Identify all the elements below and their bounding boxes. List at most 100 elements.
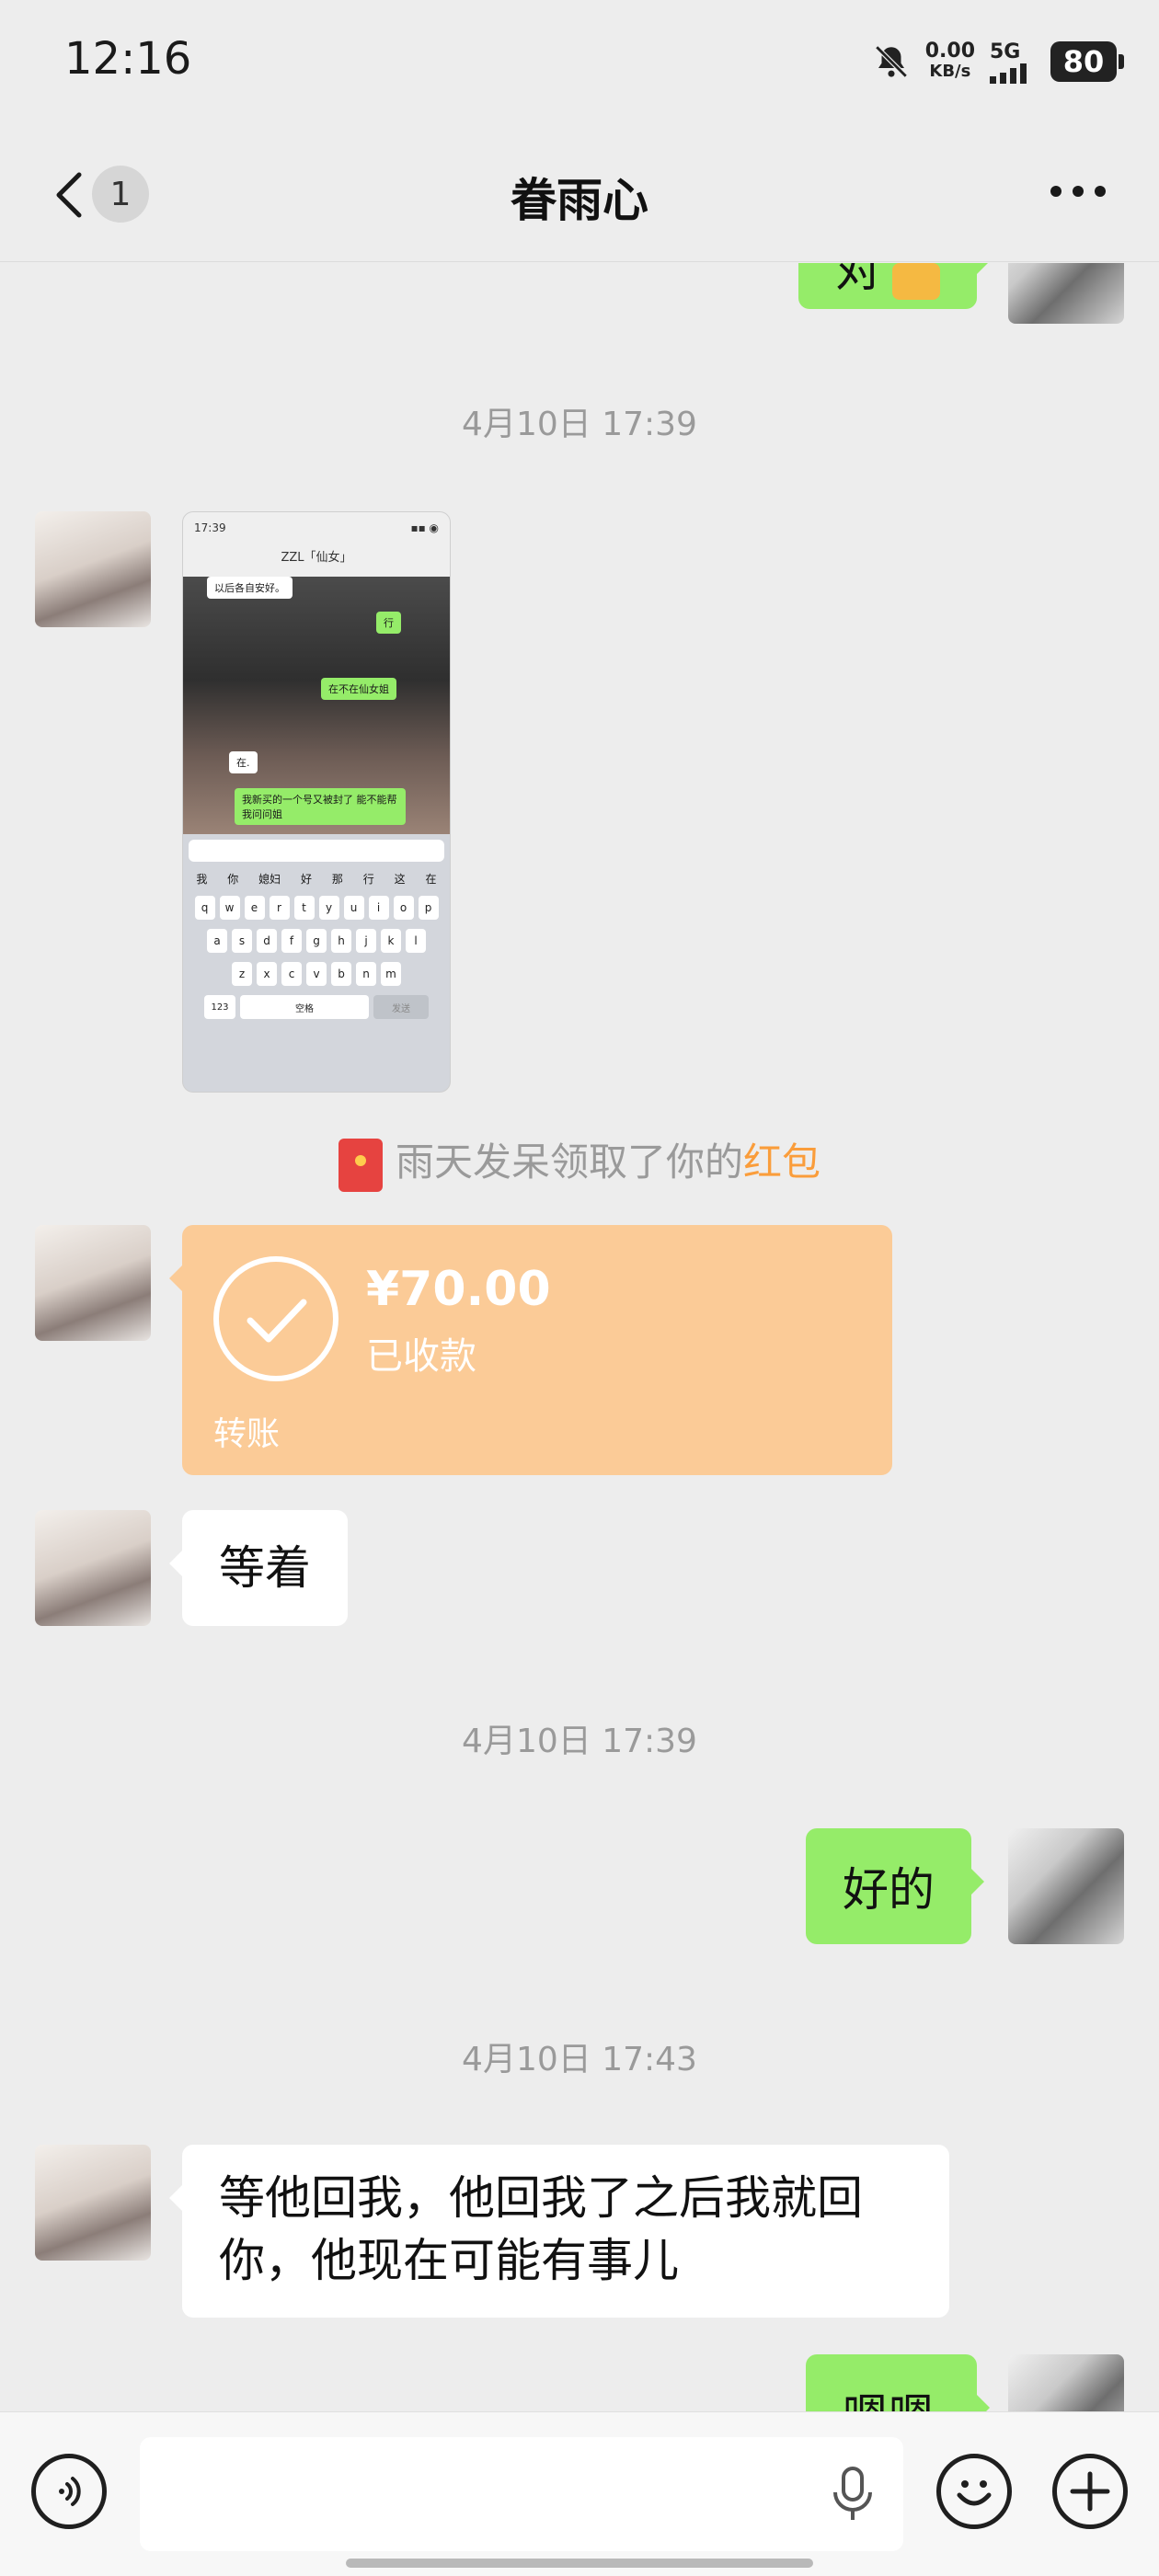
thumb-key: s: [232, 929, 252, 953]
thumb-keyboard: 我 你 媳妇 好 那 行 这 在 qwertyuiop asdfghjkl zxcvbnm 1…: [183, 834, 450, 1034]
thumb-key: q: [194, 896, 215, 920]
more-icon[interactable]: [1049, 180, 1107, 202]
red-packet-link[interactable]: 红包: [743, 1139, 820, 1185]
thumb-key-row: asdfghjkl: [189, 929, 444, 953]
thumb-key: e: [244, 896, 265, 920]
red-packet-icon: [338, 1138, 383, 1192]
status-time: 12:16: [64, 33, 192, 85]
thumb-key: g: [306, 929, 327, 953]
network-type: 5G: [990, 40, 1021, 63]
my-avatar[interactable]: [1008, 263, 1124, 324]
thumb-key: w: [219, 896, 240, 920]
outgoing-bubble[interactable]: 好的: [806, 1828, 984, 1944]
net-speed: 0.00 KB/s: [925, 41, 975, 82]
thumb-chat-area: 以后各自安好。 行 在不在仙女姐 在. 我新买的一个号又被封了 能不能帮我问问姐: [183, 577, 450, 834]
transfer-label: 转账: [213, 1415, 281, 1453]
thumb-suggestion: 媳妇: [258, 873, 281, 886]
thumb-suggestion: 这: [394, 873, 406, 886]
net-speed-value: 0.00: [924, 40, 975, 63]
incoming-bubble[interactable]: 等着: [169, 1510, 348, 1626]
thumbs-up-icon: [892, 263, 940, 300]
thumb-key: h: [331, 929, 351, 953]
thumb-key: z: [232, 962, 252, 986]
transfer-card[interactable]: ¥70.00 已收款 转账: [169, 1225, 892, 1475]
thumb-key: n: [356, 962, 376, 986]
thumb-key: m: [381, 962, 401, 986]
bell-muted-icon: [875, 45, 908, 78]
thumb-key: x: [257, 962, 277, 986]
outgoing-bubble-partial[interactable]: 对: [798, 263, 990, 309]
message-text: 好的: [843, 1863, 935, 1917]
message-text: 对: [835, 263, 881, 297]
battery-icon: 80: [1050, 41, 1124, 82]
timestamp: 4月10日 17:43: [462, 2041, 697, 2078]
thumb-key: t: [293, 896, 315, 920]
my-avatar[interactable]: [1008, 1828, 1124, 1944]
timestamp: 4月10日 17:39: [462, 406, 697, 443]
contact-avatar[interactable]: [35, 2145, 151, 2261]
incoming-bubble[interactable]: 等他回我，他回我了之后我就回 你，他现在可能有事儿: [169, 2145, 949, 2318]
thumb-key: d: [257, 929, 277, 953]
message-input[interactable]: [140, 2437, 903, 2551]
thumb-key: p: [418, 896, 439, 920]
image-message[interactable]: 17:39 ▪▪ ◉ ZZL「仙女」 以后各自安好。 行 在不在仙女姐 在. 我…: [182, 511, 451, 1093]
thumb-suggestion: 我: [196, 873, 208, 886]
thumb-status-icons: ▪▪ ◉: [410, 521, 439, 534]
status-icons: 0.00 KB/s 5G 80: [872, 39, 1124, 85]
contact-avatar[interactable]: [35, 1225, 151, 1341]
thumb-key: l: [406, 929, 426, 953]
thumb-line: 以后各自安好。: [207, 577, 293, 599]
thumb-key: k: [381, 929, 401, 953]
thumb-header: 17:39 ▪▪ ◉ ZZL「仙女」: [183, 512, 450, 577]
thumb-key: r: [269, 896, 290, 920]
contact-avatar[interactable]: [35, 1510, 151, 1626]
thumb-key: f: [281, 929, 302, 953]
thumb-line: 在.: [229, 751, 258, 773]
thumb-time: 17:39: [194, 521, 226, 534]
thumb-key: y: [318, 896, 339, 920]
thumb-key: u: [343, 896, 364, 920]
thumb-key: v: [306, 962, 327, 986]
thumb-key: c: [281, 962, 302, 986]
check-circle-icon: [213, 1256, 339, 1381]
thumb-suggestion: 那: [331, 873, 343, 886]
emoji-icon[interactable]: [936, 2454, 1012, 2529]
thumb-key: o: [393, 896, 414, 920]
transfer-status: 已收款: [366, 1335, 476, 1378]
plus-icon[interactable]: [1052, 2454, 1128, 2529]
thumb-key: 发送: [373, 995, 429, 1019]
thumb-key: a: [207, 929, 227, 953]
microphone-icon[interactable]: [828, 2467, 878, 2522]
message-list[interactable]: 对 4月10日 17:39 17:39 ▪▪ ◉ ZZL「仙女」 以后各自安好。…: [0, 263, 1159, 2411]
thumb-key-row: zxcvbnm: [189, 962, 444, 986]
notice-text: 雨天发呆领取了你的: [395, 1139, 743, 1185]
thumb-line: 行: [376, 612, 401, 634]
thumb-suggestions: 我 你 媳妇 好 那 行 这 在: [189, 871, 444, 887]
transfer-amount: ¥70.00: [366, 1262, 551, 1317]
red-packet-notice: 雨天发呆领取了你的红包: [0, 1131, 1159, 1192]
thumb-suggestion: 你: [227, 873, 239, 886]
thumb-line: 我新买的一个号又被封了 能不能帮我问问姐: [235, 788, 406, 825]
message-text: 你，他现在可能有事儿: [219, 2234, 679, 2287]
thumb-key: b: [331, 962, 351, 986]
outgoing-bubble-partial[interactable]: 嗯嗯: [806, 2354, 990, 2411]
thumb-key: j: [356, 929, 376, 953]
message-text: 等着: [219, 1541, 311, 1595]
home-indicator[interactable]: [346, 2559, 813, 2568]
timestamp: 4月10日 17:39: [462, 1723, 697, 1760]
signal-block: 5G: [990, 40, 1036, 84]
thumb-key: 123: [204, 995, 235, 1019]
net-speed-unit: KB/s: [929, 62, 971, 81]
my-avatar[interactable]: [1008, 2354, 1124, 2411]
thumb-line: 在不在仙女姐: [321, 678, 396, 700]
chat-title: 眷雨心: [511, 174, 648, 227]
voice-icon[interactable]: [31, 2454, 107, 2529]
thumb-suggestion: 行: [362, 873, 374, 886]
thumb-key: 空格: [240, 995, 369, 1019]
thumb-key-row: 123 空格 发送: [189, 995, 444, 1019]
signal-icon: [990, 63, 1027, 84]
contact-avatar[interactable]: [35, 511, 151, 627]
message-text: 等他回我，他回我了之后我就回: [219, 2171, 863, 2225]
thumb-title: ZZL「仙女」: [281, 551, 352, 565]
message-text: 嗯嗯: [843, 2379, 935, 2411]
